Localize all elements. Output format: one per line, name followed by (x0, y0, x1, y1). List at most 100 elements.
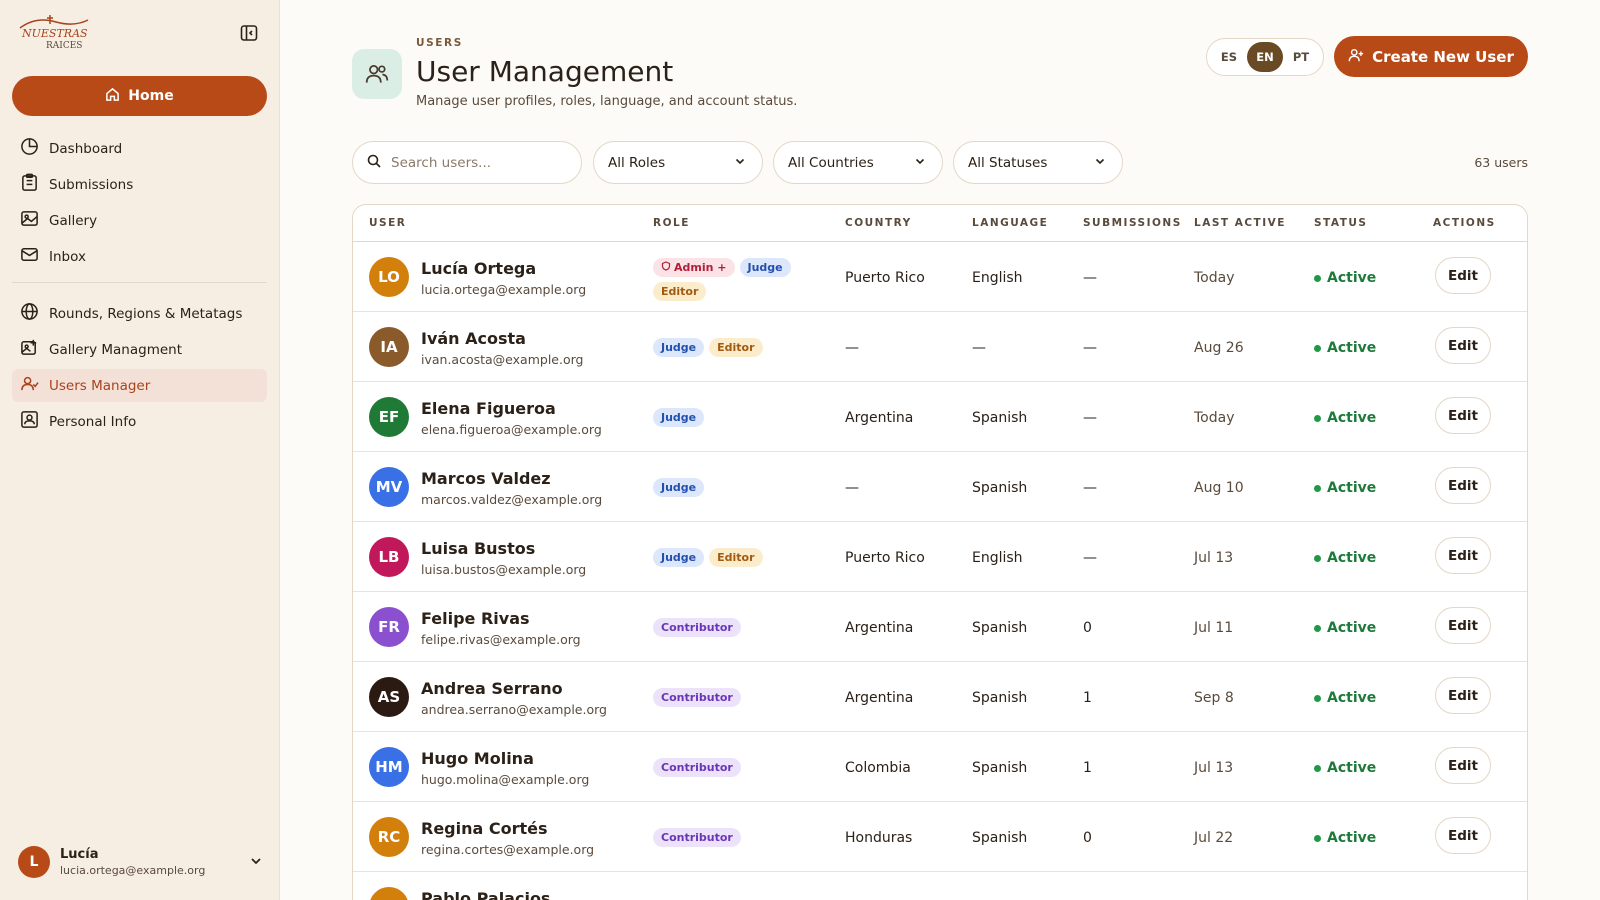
column-header-last-active[interactable]: LAST ACTIVE (1194, 217, 1286, 229)
brand-logo[interactable]: NUESTRAS RAICES (16, 14, 94, 54)
table-row[interactable]: AS Andrea Serrano andrea.serrano@example.o… (353, 662, 1527, 732)
status-badge: Active (1314, 480, 1376, 496)
status-label: Active (1327, 690, 1377, 706)
column-header-actions: ACTIONS (1433, 217, 1496, 229)
create-user-label: Create New User (1372, 47, 1514, 66)
table-row[interactable]: LB Luisa Bustos luisa.bustos@example.org Ju… (353, 522, 1527, 592)
column-header-status[interactable]: STATUS (1314, 217, 1367, 229)
mail-icon (20, 245, 39, 268)
chevron-down-icon (734, 155, 746, 171)
table-row[interactable]: RC Regina Cortés regina.cortes@example.org… (353, 802, 1527, 872)
user-name[interactable]: Felipe Rivas (421, 609, 530, 628)
user-email: regina.cortes@example.org (421, 842, 595, 857)
table-row[interactable]: IA Iván Acosta ivan.acosta@example.org Judg… (353, 312, 1527, 382)
status-filter-select[interactable]: All Statuses (953, 141, 1123, 184)
edit-user-button[interactable]: Edit (1435, 537, 1491, 574)
role-badge-label: Editor (717, 551, 755, 564)
country-filter-value: All Countries (788, 154, 874, 171)
user-language: English (972, 550, 1023, 566)
table-row[interactable]: PP Pablo Palacios (353, 872, 1527, 900)
language-en[interactable]: EN (1247, 42, 1283, 72)
create-user-button[interactable]: Create New User (1334, 36, 1528, 77)
user-email: lucia.ortega@example.org (421, 282, 587, 297)
sidebar-item-users-manager[interactable]: Users Manager (12, 369, 267, 402)
column-header-submissions[interactable]: SUBMISSIONS (1083, 217, 1182, 229)
status-label: Active (1327, 620, 1377, 636)
avatar: AS (369, 677, 409, 717)
column-header-user[interactable]: USER (369, 217, 406, 229)
current-user-info: Lucía lucia.ortega@example.org (60, 847, 239, 877)
sidebar-item-label: Dashboard (49, 140, 123, 157)
avatar: HM (369, 747, 409, 787)
page-title: User Management (416, 55, 674, 88)
status-label: Active (1327, 270, 1377, 286)
table-row[interactable]: MV Marcos Valdez marcos.valdez@example.org… (353, 452, 1527, 522)
status-badge: Active (1314, 410, 1376, 426)
user-name[interactable]: Elena Figueroa (421, 399, 556, 418)
sidebar-nav-primary: Dashboard Submissions Gallery Inbox (12, 132, 267, 276)
status-label: Active (1327, 760, 1377, 776)
sidebar-collapse-icon[interactable] (238, 22, 260, 44)
sidebar-item-inbox[interactable]: Inbox (12, 240, 267, 273)
status-label: Active (1327, 340, 1377, 356)
role-filter-select[interactable]: All Roles (593, 141, 763, 184)
country-filter-select[interactable]: All Countries (773, 141, 943, 184)
sidebar-item-submissions[interactable]: Submissions (12, 168, 267, 201)
edit-user-button[interactable]: Edit (1435, 747, 1491, 784)
role-badge-label: Judge (661, 341, 697, 354)
edit-user-button[interactable]: Edit (1435, 467, 1491, 504)
edit-user-button[interactable]: Edit (1435, 607, 1491, 644)
role-badges: Judge Editor (653, 338, 823, 357)
language-es[interactable]: ES (1211, 42, 1247, 72)
role-badge: Judge (653, 548, 705, 567)
role-badge-label: Admin + (674, 261, 727, 274)
user-submissions: 0 (1083, 620, 1092, 636)
edit-user-button[interactable]: Edit (1435, 677, 1491, 714)
current-user-menu[interactable]: L Lucía lucia.ortega@example.org (18, 842, 263, 882)
edit-user-button[interactable]: Edit (1435, 327, 1491, 364)
column-header-country[interactable]: COUNTRY (845, 217, 912, 229)
edit-user-button[interactable]: Edit (1435, 817, 1491, 854)
column-header-language[interactable]: LANGUAGE (972, 217, 1048, 229)
user-language: Spanish (972, 410, 1028, 426)
user-name[interactable]: Pablo Palacios (421, 889, 550, 900)
shield-icon (661, 261, 671, 274)
pie-chart-icon (20, 137, 39, 160)
column-header-role[interactable]: ROLE (653, 217, 690, 229)
edit-user-button[interactable]: Edit (1435, 257, 1491, 294)
user-language: Spanish (972, 480, 1028, 496)
user-name[interactable]: Lucía Ortega (421, 259, 536, 278)
sidebar-item-dashboard[interactable]: Dashboard (12, 132, 267, 165)
role-badge: Contributor (653, 758, 741, 777)
user-email: ivan.acosta@example.org (421, 352, 584, 367)
table-row[interactable]: FR Felipe Rivas felipe.rivas@example.org Co… (353, 592, 1527, 662)
search-input[interactable] (391, 154, 561, 171)
user-name[interactable]: Andrea Serrano (421, 679, 563, 698)
edit-user-button[interactable]: Edit (1435, 397, 1491, 434)
user-name[interactable]: Hugo Molina (421, 749, 534, 768)
home-label: Home (128, 88, 174, 104)
sidebar-item-rounds[interactable]: Rounds, Regions & Metatags (12, 297, 267, 330)
status-filter-value: All Statuses (968, 154, 1048, 171)
user-email: elena.figueroa@example.org (421, 422, 602, 437)
status-badge: Active (1314, 270, 1376, 286)
sidebar-item-gallery-management[interactable]: Gallery Managment (12, 333, 267, 366)
user-submissions: 1 (1083, 690, 1092, 706)
image-icon (20, 209, 39, 232)
user-submissions: — (1083, 340, 1097, 356)
chevron-down-icon[interactable] (249, 853, 263, 872)
table-row[interactable]: HM Hugo Molina hugo.molina@example.org Cont… (353, 732, 1527, 802)
home-button[interactable]: Home (12, 76, 267, 116)
sidebar-item-personal-info[interactable]: Personal Info (12, 405, 267, 438)
table-row[interactable]: EF Elena Figueroa elena.figueroa@example.o… (353, 382, 1527, 452)
language-pt[interactable]: PT (1283, 42, 1319, 72)
user-name[interactable]: Marcos Valdez (421, 469, 551, 488)
user-language: Spanish (972, 760, 1028, 776)
user-name[interactable]: Iván Acosta (421, 329, 526, 348)
chevron-down-icon (914, 155, 926, 171)
sidebar-item-gallery[interactable]: Gallery (12, 204, 267, 237)
user-name[interactable]: Regina Cortés (421, 819, 548, 838)
table-row[interactable]: LO Lucía Ortega lucia.ortega@example.org Ad… (353, 242, 1527, 312)
avatar: MV (369, 467, 409, 507)
user-name[interactable]: Luisa Bustos (421, 539, 535, 558)
